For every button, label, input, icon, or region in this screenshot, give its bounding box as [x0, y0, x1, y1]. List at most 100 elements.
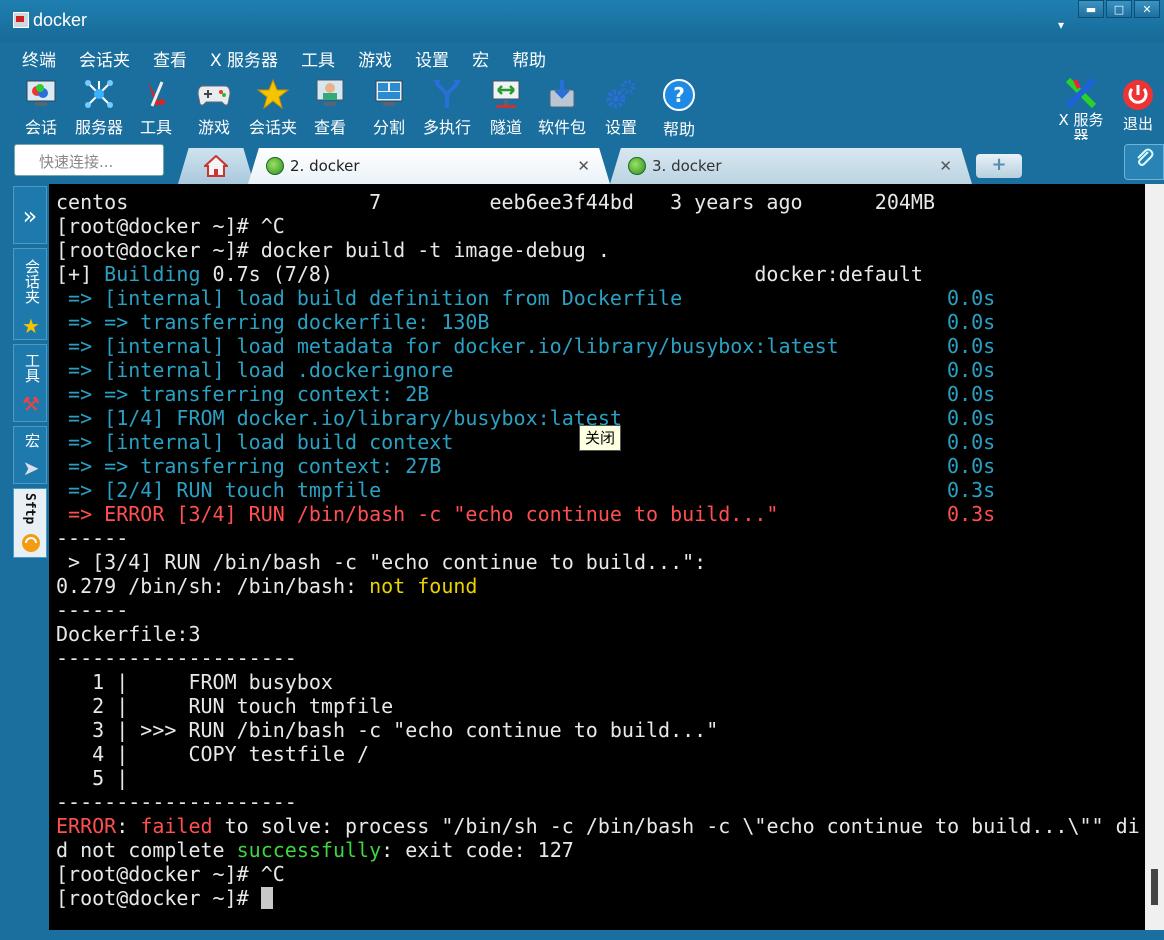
quick-connect-input[interactable]: 快速连接...	[14, 144, 164, 176]
close-window-button[interactable]: ✕	[1134, 0, 1160, 18]
terminal-line: => => transferring context: 2B 0.0s	[56, 382, 995, 406]
terminal-text: failed	[140, 814, 213, 838]
toolbar-label: 服务器	[74, 118, 123, 137]
terminal-line: => [2/4] RUN touch tmpfile 0.3s	[56, 478, 995, 502]
side-tab-label: 工具	[23, 353, 41, 383]
toolbar-label: 工具	[139, 118, 172, 137]
toolbar-sessions-button[interactable]: 会话夹	[243, 78, 303, 138]
maximize-button[interactable]: □	[1106, 0, 1132, 18]
menu-xserver[interactable]: X 服务器	[210, 46, 278, 71]
menu-help[interactable]: 帮助	[512, 46, 546, 71]
terminal-text: [root@docker ~]# ^C	[56, 214, 285, 238]
menu-tools[interactable]: 工具	[301, 46, 335, 71]
terminal-text: => => transferring context: 2B 0.0s	[56, 382, 996, 406]
toolbar-servers-button[interactable]: 服务器	[69, 78, 129, 138]
window-options-icon[interactable]: ▾	[1058, 18, 1064, 32]
toolbar-games-button[interactable]: 游戏	[184, 78, 244, 138]
window-bottom-edge	[0, 930, 1164, 940]
menu-view[interactable]: 查看	[153, 46, 187, 71]
toolbar-multiexec-button[interactable]: 多执行	[417, 78, 477, 138]
terminal-line: d not complete successfully: exit code: …	[56, 838, 574, 862]
toolbar-label: 会话	[24, 118, 57, 137]
home-icon	[204, 155, 228, 177]
terminal-line: => [1/4] FROM docker.io/library/busybox:…	[56, 406, 995, 430]
app-icon	[13, 12, 29, 28]
terminal-line: 3 | >>> RUN /bin/bash -c "echo continue …	[56, 718, 718, 742]
attach-icon[interactable]	[1124, 144, 1164, 180]
terminal-line: Dockerfile:3	[56, 622, 201, 646]
side-tab-tools[interactable]: 工具 ⚒	[13, 344, 47, 422]
terminal-cursor	[260, 887, 273, 909]
terminal-text: [root@docker ~]# docker build -t image-d…	[56, 238, 610, 262]
terminal-text: 2 | RUN touch tmpfile	[56, 694, 394, 718]
x-server-icon	[1064, 78, 1098, 108]
terminal-text: Dockerfile:3	[56, 622, 201, 646]
terminal-line: [root@docker ~]# docker build -t image-d…	[56, 238, 610, 262]
toolbar: 会话 服务器 工具 游戏 会话夹 查看 分割 多执行 隧道 软件包 设置 ? 帮…	[0, 74, 1164, 144]
toolbar-packages-button[interactable]: 软件包	[532, 78, 592, 138]
toolbar-label: 游戏	[197, 118, 230, 137]
star-icon: ★	[22, 314, 40, 338]
menu-terminal[interactable]: 终端	[22, 46, 56, 71]
menu-sessions[interactable]: 会话夹	[79, 46, 130, 71]
toolbar-help-button[interactable]: ? 帮助	[649, 78, 709, 139]
toolbar-label: 软件包	[537, 118, 586, 137]
terminal-text: => [internal] load metadata for docker.i…	[56, 334, 996, 358]
globe-icon	[628, 157, 646, 175]
toolbar-session-button[interactable]: 会话	[11, 78, 71, 138]
terminal-text: :	[116, 814, 141, 838]
toolbar-label: 设置	[604, 118, 637, 137]
terminal-line: [root@docker ~]# ^C	[56, 862, 285, 886]
terminal-text: => ERROR [3/4] RUN /bin/bash -c "echo co…	[56, 502, 996, 526]
menu-settings[interactable]: 设置	[415, 46, 449, 71]
terminal-text: successfully	[236, 838, 382, 862]
terminal-line: centos 7 eeb6ee3f44bd 3 years ago 204MB	[56, 190, 935, 214]
side-panel: » 会话夹 ★ 工具 ⚒ 宏 ➤ Sftp	[13, 184, 49, 940]
terminal-text: 5 |	[56, 766, 129, 790]
terminal-text: ------	[56, 526, 129, 550]
title-bar: docker ▾ ▬ □ ✕	[0, 0, 1164, 42]
toolbar-tools-button[interactable]: 工具	[126, 78, 186, 138]
minimize-button[interactable]: ▬	[1078, 0, 1104, 18]
terminal-text: Building	[104, 262, 201, 286]
home-tab[interactable]	[178, 148, 254, 184]
side-tab-sftp[interactable]: Sftp	[13, 488, 47, 558]
menu-macros[interactable]: 宏	[472, 46, 489, 71]
terminal-text: [+]	[56, 262, 105, 286]
side-tab-sessions[interactable]: 会话夹 ★	[13, 248, 47, 340]
tab-close-icon[interactable]: ✕	[939, 157, 952, 175]
power-icon	[1121, 78, 1155, 112]
tab-3-docker[interactable]: 3. docker ✕	[610, 148, 972, 184]
terminal-text: : exit code: 127	[381, 838, 574, 862]
toolbar-split-button[interactable]: 分割	[359, 78, 419, 138]
toolbar-settings-button[interactable]: 设置	[591, 78, 651, 138]
tab-close-icon[interactable]: ✕	[577, 157, 590, 175]
terminal-line: => [internal] load metadata for docker.i…	[56, 334, 995, 358]
add-tab-button[interactable]: +	[976, 154, 1022, 178]
terminal-text: [root@docker ~]# ^C	[56, 862, 285, 886]
terminal-scrollbar[interactable]	[1145, 184, 1164, 930]
terminal-text: => [internal] load build context 0.0s	[56, 430, 996, 454]
terminal-line: => => transferring context: 27B 0.0s	[56, 454, 995, 478]
send-icon: ➤	[22, 456, 40, 480]
terminal-text: > [3/4] RUN /bin/bash -c "echo continue …	[56, 550, 707, 574]
terminal-output[interactable]: centos 7 eeb6ee3f44bd 3 years ago 204MB[…	[49, 184, 1145, 930]
tab-2-docker[interactable]: 2. docker ✕	[248, 148, 610, 184]
games-icon	[197, 78, 231, 110]
toolbar-xserver-button[interactable]: X 服务器	[1051, 78, 1111, 144]
toolbar-exit-button[interactable]: 退出	[1108, 78, 1164, 138]
scrollbar-thumb[interactable]	[1151, 869, 1158, 905]
menu-games[interactable]: 游戏	[358, 46, 392, 71]
toolbar-view-button[interactable]: 查看	[300, 78, 360, 138]
toolbar-label: 分割	[372, 118, 405, 137]
terminal-text: --------------------	[56, 790, 297, 814]
side-expand-button[interactable]: »	[13, 186, 47, 244]
side-tab-macros[interactable]: 宏 ➤	[13, 426, 47, 484]
terminal-text: ERROR	[56, 814, 117, 838]
sftp-icon	[20, 533, 42, 555]
toolbar-label: 查看	[313, 118, 346, 137]
toolbar-tunnel-button[interactable]: 隧道	[476, 78, 536, 138]
terminal-line: 4 | COPY testfile /	[56, 742, 369, 766]
terminal-text: 3 | >>> RUN /bin/bash -c "echo continue …	[56, 718, 719, 742]
tab-bar: 快速连接... 2. docker ✕ 3. docker ✕ +	[0, 140, 1164, 184]
